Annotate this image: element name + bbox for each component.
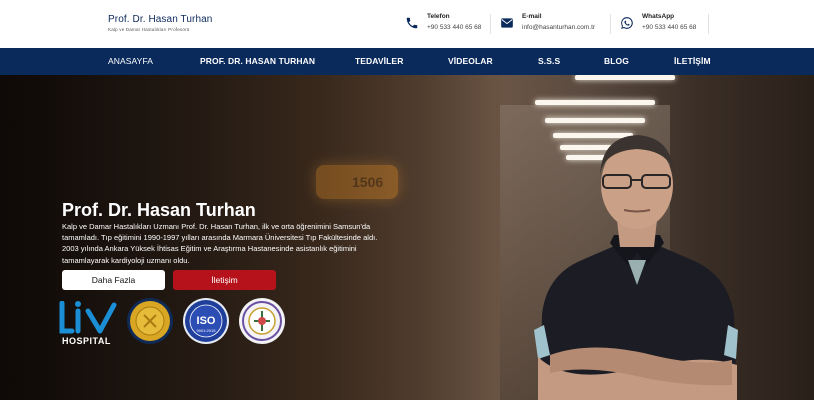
iso-logo: ISO 9001:2015 xyxy=(183,298,229,344)
whatsapp-value: +90 533 440 65 68 xyxy=(642,24,697,31)
divider xyxy=(490,14,491,34)
more-button[interactable]: Daha Fazla xyxy=(62,270,165,290)
whatsapp-icon xyxy=(621,17,633,29)
contact-whatsapp[interactable]: WhatsApp +90 533 440 65 68 xyxy=(620,13,696,31)
brand-subtitle: Kalp ve Damar Hastalıkları Profesörü xyxy=(108,27,190,32)
divider xyxy=(610,14,611,34)
nav-item-tedaviler[interactable]: TEDAVİLER xyxy=(355,48,403,75)
nav-item-iletisim[interactable]: İLETİŞİM xyxy=(674,48,711,75)
brand-logo[interactable]: Prof. Dr. Hasan Turhan Kalp ve Damar Has… xyxy=(108,14,212,32)
phone-icon xyxy=(406,17,418,29)
email-value: info@hasanturhan.com.tr xyxy=(522,24,596,31)
doctor-photo xyxy=(534,135,738,400)
top-header: Prof. Dr. Hasan Turhan Kalp ve Damar Has… xyxy=(0,0,814,48)
nav-item-blog[interactable]: BLOG xyxy=(604,48,629,75)
gold-seal-logo xyxy=(127,298,173,344)
liv-hospital-text: HOSPITAL xyxy=(62,336,111,346)
divider xyxy=(708,14,709,34)
association-seal-logo xyxy=(239,298,285,344)
contact-phone[interactable]: Telefon +90 533 440 65 68 xyxy=(405,13,481,31)
liv-hospital-logo xyxy=(59,301,117,334)
hero-title: Prof. Dr. Hasan Turhan xyxy=(62,200,256,220)
iso-text: ISO xyxy=(197,315,216,327)
hero-section: 1506 Prof. Dr. Hasan Turhan Kalp ve Dama… xyxy=(0,75,814,400)
contact-email[interactable]: E-mail info@hasanturhan.com.tr xyxy=(500,13,595,31)
contact-button[interactable]: İletişim xyxy=(173,270,276,290)
email-icon xyxy=(501,18,513,28)
email-label: E-mail xyxy=(522,13,542,20)
whatsapp-label: WhatsApp xyxy=(642,13,675,20)
nav-item-sss[interactable]: S.S.S xyxy=(538,48,560,75)
nav-item-videolar[interactable]: VİDEOLAR xyxy=(448,48,493,75)
phone-value: +90 533 440 65 68 xyxy=(427,24,482,31)
nav-item-anasayfa[interactable]: ANASAYFA xyxy=(108,48,153,75)
nav-item-hasan-turhan[interactable]: PROF. DR. HASAN TURHAN xyxy=(200,48,315,75)
phone-label: Telefon xyxy=(427,13,450,20)
main-nav: ANASAYFA PROF. DR. HASAN TURHAN TEDAVİLE… xyxy=(0,48,814,75)
brand-name: Prof. Dr. Hasan Turhan xyxy=(108,14,213,25)
iso-sub-text: 9001:2015 xyxy=(197,328,217,333)
hero-description: Kalp ve Damar Hastalıkları Uzmanı Prof. … xyxy=(62,222,378,265)
